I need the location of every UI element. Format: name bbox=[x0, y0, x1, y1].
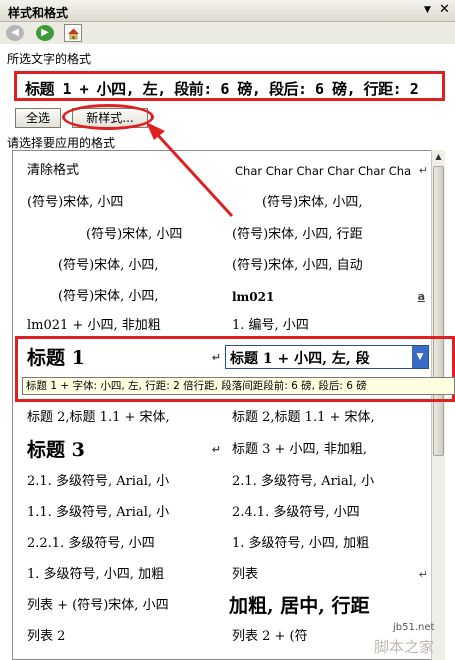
style-list-scrollbar[interactable]: ▲ bbox=[431, 150, 445, 660]
watermark-domain: jb51.net bbox=[393, 622, 435, 633]
style-item[interactable]: 列表 2 + (符 bbox=[232, 627, 342, 647]
style-item[interactable]: (符号)宋体, 小四, bbox=[262, 193, 412, 213]
forward-arrow-icon: ▶ bbox=[41, 27, 49, 38]
paragraph-mark-icon: ↵ bbox=[418, 164, 428, 177]
close-icon[interactable]: ✕ bbox=[439, 2, 450, 17]
style-item[interactable]: 标题 2,标题 1.1 + 宋体, bbox=[232, 408, 422, 428]
style-item[interactable]: 清除格式 bbox=[27, 161, 217, 181]
style-item[interactable]: 列表 + (符号)宋体, 小四 bbox=[27, 596, 210, 616]
paragraph-mark-icon: ↵ bbox=[211, 443, 221, 456]
style-item[interactable]: 标题 3 ↵ bbox=[27, 437, 221, 463]
style-item[interactable]: 2.2.1. 多级符号, 小四 bbox=[27, 534, 217, 554]
style-item[interactable]: 1. 多级符号, 小四, 加粗 bbox=[232, 534, 417, 554]
style-item[interactable]: 1.1. 多级符号, Arial, 小 bbox=[27, 503, 210, 523]
home-icon bbox=[68, 28, 79, 40]
pane-title-bar: 样式和格式 ▼ ✕ bbox=[0, 0, 455, 22]
style-item[interactable]: (符号)宋体, 小四, 自动 bbox=[232, 256, 414, 276]
watermark-name: 脚本之家 bbox=[374, 638, 435, 656]
style-item[interactable]: 列表 ↵ bbox=[232, 565, 428, 585]
style-item[interactable]: (符号)宋体, 小四 bbox=[86, 225, 210, 245]
style-item[interactable]: lm021 + 小四, 非加粗 bbox=[27, 316, 217, 336]
current-style-box[interactable]: 标题 1 + 小四, 左, 段前: 6 磅, 段后: 6 磅, 行距: 2 bbox=[14, 71, 445, 101]
style-item[interactable]: (符号)宋体, 小四, 行距 bbox=[232, 225, 414, 245]
home-button[interactable] bbox=[64, 24, 82, 42]
select-all-button[interactable]: 全选 bbox=[15, 108, 61, 128]
style-item[interactable]: 2.1. 多级符号, Arial, 小 bbox=[232, 472, 417, 492]
navigation-bar: ◀ ▶ bbox=[0, 22, 455, 44]
apply-format-label: 请选择要应用的格式 bbox=[7, 136, 116, 150]
style-item[interactable]: 2.1. 多级符号, Arial, 小 bbox=[27, 472, 210, 492]
paragraph-mark-icon: ↵ bbox=[418, 568, 428, 581]
style-tooltip: 标题 1 + 字体: 小四, 左, 行距: 2 倍行距, 段落间距段前: 6 磅… bbox=[22, 377, 455, 395]
character-style-icon: a bbox=[417, 290, 425, 303]
scroll-thumb[interactable] bbox=[433, 166, 444, 456]
forward-button[interactable]: ▶ bbox=[36, 25, 54, 41]
pane-title: 样式和格式 bbox=[8, 6, 69, 20]
scroll-up-icon[interactable]: ▲ bbox=[432, 150, 445, 164]
style-item[interactable]: (符号)宋体, 小四 bbox=[27, 193, 217, 213]
style-item[interactable]: 加粗, 居中, 行距 bbox=[229, 593, 389, 619]
style-item[interactable]: 1. 多级符号, 小四, 加粗 bbox=[27, 565, 210, 585]
style-item[interactable]: Char Char Char Char Char Cha ↵ bbox=[235, 161, 428, 181]
back-button[interactable]: ◀ bbox=[6, 25, 24, 41]
style-item[interactable]: 标题 2,标题 1.1 + 宋体, bbox=[27, 408, 217, 428]
style-item[interactable]: 标题 3 + 小四, 非加粗, bbox=[232, 440, 422, 460]
back-arrow-icon: ◀ bbox=[11, 27, 19, 38]
new-style-button[interactable]: 新样式... bbox=[72, 108, 148, 128]
style-item[interactable]: 列表 2 bbox=[27, 627, 217, 647]
style-item[interactable]: (符号)宋体, 小四, bbox=[58, 256, 218, 276]
current-format-label: 所选文字的格式 bbox=[7, 52, 92, 66]
style-item[interactable]: 2.4.1. 多级符号, 小四 bbox=[232, 503, 417, 523]
style-item[interactable]: 1. 编号, 小四 bbox=[232, 316, 414, 336]
style-item[interactable]: (符号)宋体, 小四, bbox=[58, 287, 218, 307]
style-item[interactable]: lm021 a bbox=[232, 287, 425, 307]
pane-menu-dropdown-icon[interactable]: ▼ bbox=[424, 5, 431, 15]
current-style-text: 标题 1 + 小四, 左, 段前: 6 磅, 段后: 6 磅, 行距: 2 bbox=[25, 80, 419, 98]
